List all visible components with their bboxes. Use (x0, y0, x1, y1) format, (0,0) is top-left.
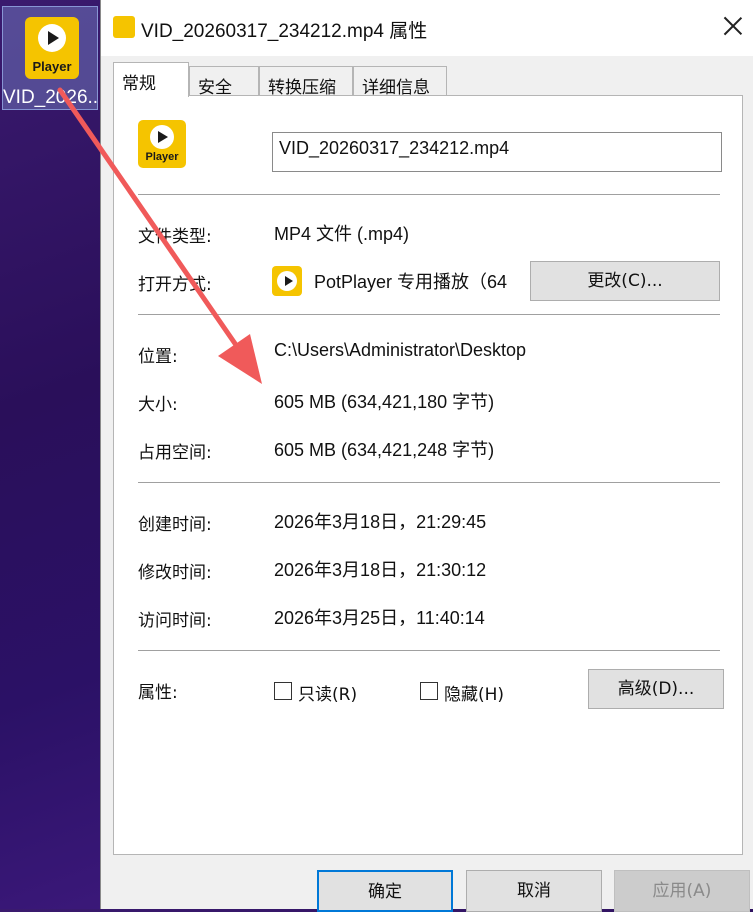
open-with-label: 打开方式: (138, 275, 212, 295)
ok-button[interactable]: 确定 (317, 870, 453, 912)
close-icon[interactable] (721, 14, 745, 38)
change-button[interactable]: 更改(C)... (530, 261, 720, 301)
modified-value: 2026年3月18日，21:30:12 (274, 560, 487, 580)
readonly-checkbox[interactable] (274, 682, 292, 700)
player-file-icon: Player (138, 120, 186, 168)
cancel-button[interactable]: 取消 (466, 870, 602, 912)
readonly-label[interactable]: 只读(R) (298, 680, 357, 705)
hidden-label[interactable]: 隐藏(H) (444, 680, 504, 705)
file-type-value: MP4 文件 (.mp4) (274, 224, 410, 244)
size-on-disk-value: 605 MB (634,421,248 字节) (274, 440, 495, 460)
attributes-label: 属性: (138, 683, 178, 703)
tab-convert[interactable]: 转换压缩 (259, 66, 353, 98)
location-label: 位置: (138, 347, 178, 367)
created-value: 2026年3月18日，21:29:45 (274, 512, 487, 532)
properties-dialog: VID_20260317_234212.mp4 属性 常规 安全 转换压缩 详细… (100, 0, 753, 912)
desktop-file-label: VID_2026.. (3, 87, 97, 108)
tab-general[interactable]: 常规 (113, 62, 189, 97)
title-bar[interactable]: VID_20260317_234212.mp4 属性 (101, 0, 753, 56)
dialog-title: VID_20260317_234212.mp4 属性 (141, 21, 428, 42)
hidden-checkbox[interactable] (420, 682, 438, 700)
tab-security[interactable]: 安全 (189, 66, 259, 98)
separator (138, 482, 720, 483)
potplayer-icon (272, 266, 302, 296)
modified-label: 修改时间: (138, 563, 212, 583)
size-label: 大小: (138, 395, 178, 415)
separator (138, 314, 720, 315)
desktop-file-icon[interactable]: Player VID_2026.. (2, 6, 98, 110)
separator (138, 194, 720, 195)
apply-button[interactable]: 应用(A) (614, 870, 750, 912)
accessed-value: 2026年3月25日，11:40:14 (274, 608, 485, 628)
file-name-input[interactable]: VID_20260317_234212.mp4 (272, 132, 722, 172)
general-panel: Player VID_20260317_234212.mp4 文件类型: MP4… (113, 95, 743, 855)
player-title-icon (113, 16, 135, 38)
accessed-label: 访问时间: (138, 611, 212, 631)
open-with-value: PotPlayer 专用播放（64 (314, 272, 508, 292)
size-on-disk-label: 占用空间: (138, 443, 212, 463)
tab-details[interactable]: 详细信息 (353, 66, 447, 98)
size-value: 605 MB (634,421,180 字节) (274, 392, 495, 412)
player-logo-icon: Player (25, 17, 79, 79)
location-value: C:\Users\Administrator\Desktop (274, 340, 527, 360)
advanced-button[interactable]: 高级(D)... (588, 669, 724, 709)
created-label: 创建时间: (138, 515, 212, 535)
file-type-label: 文件类型: (138, 227, 212, 247)
separator (138, 650, 720, 651)
